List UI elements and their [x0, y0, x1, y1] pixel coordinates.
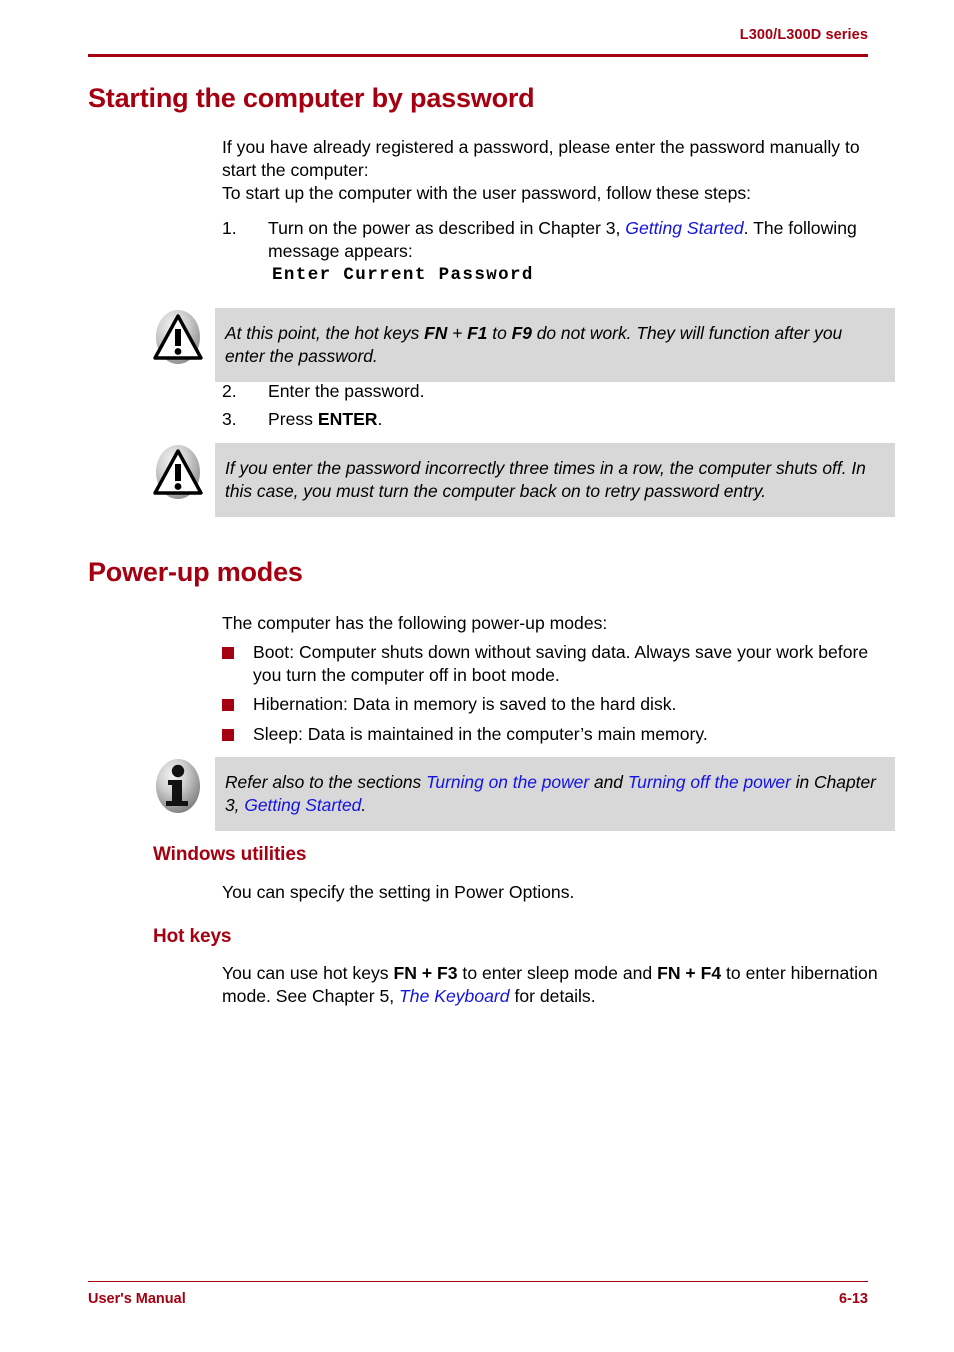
info-note-text: Refer also to the sections Turning on th…: [215, 757, 895, 831]
footer-page-number: 6-13: [838, 1291, 868, 1307]
caution-triangle-icon: [149, 443, 207, 501]
info-note: Refer also to the sections Turning on th…: [215, 757, 895, 831]
footer-manual-label: User's Manual: [88, 1291, 186, 1307]
header-title: L300/L300D series: [739, 27, 868, 43]
console-message: Enter Current Password: [272, 265, 534, 285]
powerup-intro: The computer has the following power-up …: [222, 613, 608, 633]
password-step-3-number: 3.: [222, 409, 237, 429]
document-page: L300/L300D series Starting the computer …: [0, 0, 954, 1352]
list-item: Boot: Computer shuts down without saving…: [222, 641, 894, 687]
password-step-2-text: Enter the password.: [268, 381, 425, 401]
info-note-text-4: .: [361, 795, 367, 815]
info-note-text-1: Refer also to the sections: [225, 772, 427, 792]
page-header: L300/L300D series: [88, 26, 868, 44]
link-getting-started-2[interactable]: Getting Started: [244, 795, 361, 815]
powerup-bullet-2: Hibernation: Data in memory is saved to …: [253, 694, 677, 714]
caution-triangle-icon: [149, 308, 207, 366]
link-turning-off-the-power[interactable]: Turning off the power: [628, 772, 791, 792]
windows-utilities-body: You can specify the setting in Power Opt…: [222, 882, 575, 902]
hot-keys-heading: Hot keys: [153, 926, 232, 947]
hot-keys-text-4: for details.: [509, 986, 596, 1006]
powerup-bullet-3: Sleep: Data is maintained in the compute…: [253, 724, 708, 744]
windows-utilities-heading: Windows utilities: [153, 844, 307, 865]
password-step-1: 1. Turn on the power as described in Cha…: [222, 217, 894, 263]
info-circle-icon: [149, 757, 207, 815]
link-getting-started-1[interactable]: Getting Started: [625, 218, 743, 238]
powerup-heading: Power-up modes: [88, 557, 303, 587]
password-intro-1: If you have already registered a passwor…: [222, 137, 860, 180]
list-item: Sleep: Data is maintained in the compute…: [222, 723, 894, 746]
hot-keys-text-2: to enter sleep mode and: [457, 963, 658, 983]
password-step-1-text: Turn on the power as described in Chapte…: [268, 217, 894, 263]
caution-note-1: At this point, the hot keys FN + F1 to F…: [215, 308, 895, 382]
link-turning-on-the-power[interactable]: Turning on the power: [426, 772, 589, 792]
info-note-text-2: and: [589, 772, 628, 792]
hotkey-fn-f4-label: FN + F4: [657, 963, 722, 983]
hot-keys-text-1: You can use hot keys: [222, 963, 394, 983]
page-footer: User's Manual 6-13: [88, 1291, 868, 1307]
password-step-1-text-before: Turn on the power as described in Chapte…: [268, 218, 626, 238]
powerup-bullet-1: Boot: Computer shuts down without saving…: [253, 642, 869, 685]
password-step-2: 2. Enter the password.: [222, 380, 894, 403]
password-step-3: 3. Press ENTER.: [222, 408, 894, 431]
password-step-1-number: 1.: [222, 218, 237, 238]
password-step-3-text: Press ENTER.: [268, 408, 894, 431]
password-intro-2: To start up the computer with the user p…: [222, 183, 752, 203]
hotkey-fn-f3-label: FN + F3: [393, 963, 458, 983]
caution-note-2-text: If you enter the password incorrectly th…: [225, 458, 866, 501]
link-the-keyboard[interactable]: The Keyboard: [399, 986, 510, 1006]
bullet-square-icon: [222, 699, 234, 711]
page-title: Starting the computer by password: [88, 83, 535, 113]
password-step-3-text-after: .: [377, 409, 383, 429]
caution-note-2: If you enter the password incorrectly th…: [215, 443, 895, 517]
caution-note-1-text: At this point, the hot keys FN + F1 to F…: [225, 323, 843, 366]
enter-key-label: ENTER: [317, 409, 378, 429]
footer-divider: [88, 1281, 868, 1282]
password-step-2-number: 2.: [222, 381, 237, 401]
list-item: Hibernation: Data in memory is saved to …: [222, 693, 894, 716]
header-divider: [88, 54, 868, 57]
bullet-square-icon: [222, 647, 234, 659]
hot-keys-body: You can use hot keys FN + F3 to enter sl…: [222, 962, 894, 1008]
bullet-square-icon: [222, 729, 234, 741]
password-step-3-text-before: Press: [268, 409, 318, 429]
